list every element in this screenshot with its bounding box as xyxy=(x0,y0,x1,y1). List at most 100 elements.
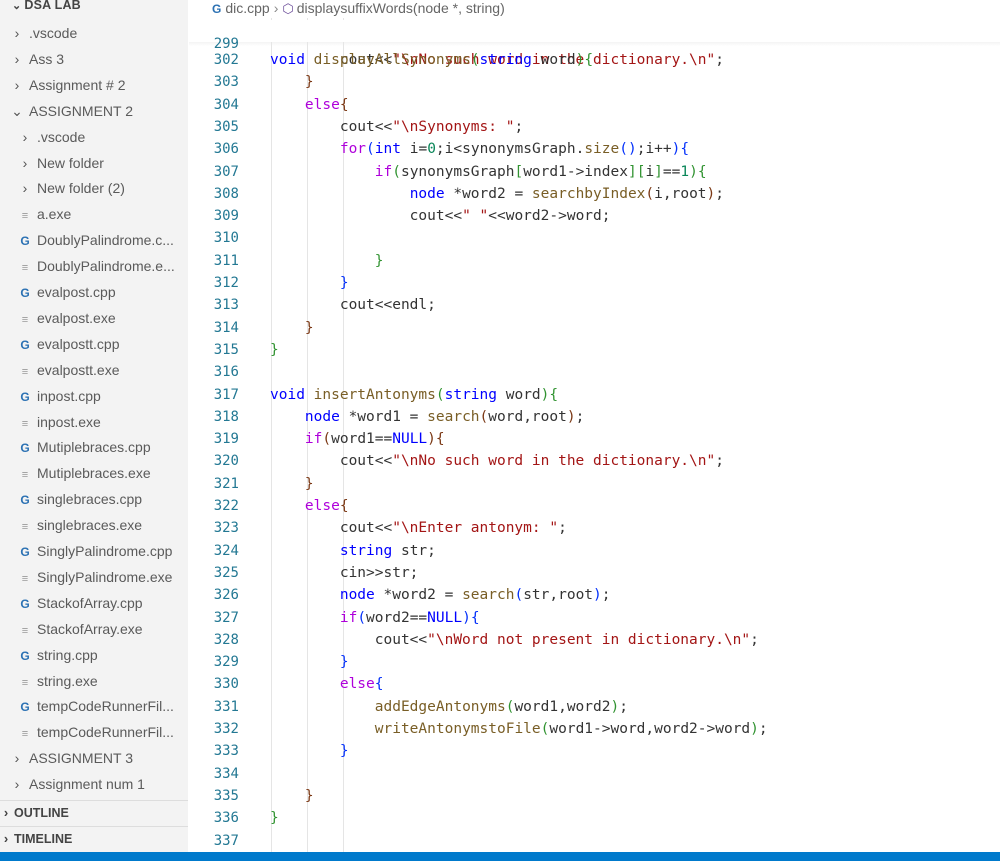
code-line[interactable]: 333 } xyxy=(189,743,1000,765)
file-item[interactable]: GtempCodeRunnerFil... xyxy=(0,694,188,718)
code-line[interactable]: 318 node *word1 = search(word,root); xyxy=(189,409,1000,431)
code-line[interactable]: 307 if(synonymsGraph[word1->index][i]==1… xyxy=(189,164,1000,186)
chevron-right-icon: › xyxy=(22,180,28,197)
code-text: else{ xyxy=(339,676,384,693)
tree-item-label: ASSIGNMENT 2 xyxy=(29,102,133,119)
line-number: 329 xyxy=(213,654,239,671)
code-line[interactable]: 316 xyxy=(189,364,1000,386)
code-line[interactable]: 337 xyxy=(189,833,1000,853)
code-line[interactable]: 306 for(int i=0;i<synonymsGraph.size();i… xyxy=(189,141,1000,163)
code-line[interactable]: 317 void insertAntonyms(string word){ xyxy=(189,387,1000,409)
code-line[interactable]: 335 } xyxy=(189,788,1000,810)
code-line[interactable]: 322 else{ xyxy=(189,498,1000,520)
code-text: if(synonymsGraph[word1->index][i]==1){ xyxy=(374,163,707,180)
file-item[interactable]: ≡ singlebraces.exe xyxy=(0,513,188,537)
tree-item-label: Assignment # 2 xyxy=(29,76,126,93)
tree-item-label: SinglyPalindrome.exe xyxy=(37,568,173,585)
tree-item-label: New folder xyxy=(37,154,104,171)
code-line[interactable]: 325 cin>>str; xyxy=(189,565,1000,587)
code-line[interactable]: 305 cout<<"\nSynonyms: "; xyxy=(189,119,1000,141)
code-line[interactable]: 328 cout<<"\nWord not present in diction… xyxy=(189,632,1000,654)
folder-item[interactable]: › .vscode xyxy=(0,125,188,149)
code-text: } xyxy=(339,275,349,291)
sticky-scroll-line[interactable]: 299 void displayAllSynonyms(string word)… xyxy=(189,20,1000,68)
tree-item-label: inpost.cpp xyxy=(37,387,101,404)
code-line[interactable]: 308 node *word2 = searchbyIndex(i,root); xyxy=(189,186,1000,208)
code-line[interactable]: 311 } xyxy=(189,253,1000,275)
code-text: cout<<endl; xyxy=(270,297,436,314)
code-line[interactable]: 310 xyxy=(189,230,1000,252)
file-item[interactable]: G Mutiplebraces.cpp xyxy=(0,435,188,459)
file-item[interactable]: ≡ DoublyPalindrome.e... xyxy=(0,254,188,278)
status-bar[interactable] xyxy=(0,852,1000,861)
binary-file-icon: ≡ xyxy=(21,365,29,378)
cpp-file-icon: G xyxy=(20,648,30,663)
code-line[interactable]: 319 if(word1==NULL){ xyxy=(189,431,1000,453)
code-line[interactable]: 327 if(word2==NULL){ xyxy=(189,610,1000,632)
folder-item[interactable]: › ASSIGNMENT 3 xyxy=(0,746,188,770)
file-item[interactable]: Gevalpost.cpp xyxy=(0,280,188,304)
file-item[interactable]: G DoublyPalindrome.c... xyxy=(0,228,188,252)
file-item[interactable]: G StackofArray.cpp xyxy=(0,591,188,615)
file-item[interactable]: ≡ SinglyPalindrome.exe xyxy=(0,565,188,589)
file-item[interactable]: Gsinglebraces.cpp xyxy=(0,487,188,511)
cpp-file-icon: G xyxy=(20,596,30,611)
code-line[interactable]: 330 else{ xyxy=(189,676,1000,698)
file-item[interactable]: ≡ tempCodeRunnerFil... xyxy=(0,720,188,744)
code-line[interactable]: 331 addEdgeAntonyms(word1,word2); xyxy=(189,699,1000,721)
tree-item-label: New folder (2) xyxy=(37,180,125,197)
breadcrumb-symbol[interactable]: displaysuffixWords(node *, string) xyxy=(297,0,505,16)
folder-item[interactable]: › Ass 3 xyxy=(0,47,188,71)
file-item[interactable]: Gevalpostt.cpp xyxy=(0,332,188,356)
line-number: 320 xyxy=(213,453,239,470)
code-line[interactable]: 314 } xyxy=(189,320,1000,342)
file-item[interactable]: ≡ Mutiplebraces.exe xyxy=(0,461,188,485)
timeline-section-header[interactable]: › TIMELINE xyxy=(0,827,188,851)
code-line[interactable]: 315} xyxy=(189,342,1000,364)
code-line[interactable]: 320 cout<<"\nNo such word in the diction… xyxy=(189,453,1000,475)
file-item[interactable]: ≡ string.exe xyxy=(0,669,188,693)
outline-section-header[interactable]: › OUTLINE xyxy=(0,801,188,825)
folder-item[interactable]: ⌄ ASSIGNMENT 2 xyxy=(0,99,188,123)
code-line[interactable]: 334 xyxy=(189,766,1000,788)
chevron-right-icon: › xyxy=(14,750,20,767)
code-line[interactable]: 309 cout<<" "<<word2->word; xyxy=(189,208,1000,230)
breadcrumb: Gdic.cpp › ⬡ displaysuffixWords(node *, str… xyxy=(212,0,505,18)
code-line[interactable]: 303 } xyxy=(189,74,1000,96)
code-line[interactable]: 332 writeAntonymstoFile(word1->word,word… xyxy=(189,721,1000,743)
file-item[interactable]: ≡ StackofArray.exe xyxy=(0,617,188,641)
chevron-right-icon: › xyxy=(14,76,20,93)
code-text: string str; xyxy=(339,542,436,559)
code-line[interactable]: 324 string str; xyxy=(189,543,1000,565)
folder-item[interactable]: › New folder (2) xyxy=(0,176,188,200)
folder-item[interactable]: › New folder xyxy=(0,151,188,175)
code-line[interactable]: 304 else{ xyxy=(189,97,1000,119)
folder-item[interactable]: › Assignment # 2 xyxy=(0,73,188,97)
line-number: 336 xyxy=(213,810,239,827)
code-text: } xyxy=(339,654,349,671)
code-line[interactable]: 312 } xyxy=(189,275,1000,297)
file-item[interactable]: G SinglyPalindrome.cpp xyxy=(0,539,188,563)
code-line[interactable]: 336} xyxy=(189,810,1000,832)
file-item[interactable]: ≡ a.exe xyxy=(0,202,188,226)
line-number: 319 xyxy=(213,431,239,448)
tree-item-label: SinglyPalindrome.cpp xyxy=(37,543,173,559)
file-item[interactable]: ≡ inpost.exe xyxy=(0,410,188,434)
workspace-title[interactable]: ⌄ DSA LAB xyxy=(12,0,81,18)
code-line[interactable]: 329 } xyxy=(189,654,1000,676)
file-item[interactable]: Gstring.cpp xyxy=(0,643,188,667)
file-item[interactable]: ≡ evalpostt.exe xyxy=(0,358,188,382)
code-line[interactable]: 323 cout<<"\nEnter antonym: "; xyxy=(189,520,1000,542)
chevron-right-icon: › xyxy=(3,831,9,846)
code-line[interactable]: 326 node *word2 = search(str,root); xyxy=(189,587,1000,609)
folder-item[interactable]: › Assignment num 1 xyxy=(0,772,188,796)
tree-item-label: singlebraces.exe xyxy=(37,517,143,534)
file-item[interactable]: ≡ evalpost.exe xyxy=(0,306,188,330)
code-line[interactable]: 313 cout<<endl; xyxy=(189,297,1000,319)
file-item[interactable]: Ginpost.cpp xyxy=(0,384,188,408)
outline-label: OUTLINE xyxy=(14,806,69,820)
code-editor[interactable]: 302 cout<<"\nNo such word in the diction… xyxy=(189,18,1000,852)
breadcrumb-file[interactable]: dic.cpp xyxy=(225,0,269,16)
folder-item[interactable]: › .vscode xyxy=(0,21,188,45)
code-line[interactable]: 321 } xyxy=(189,476,1000,498)
